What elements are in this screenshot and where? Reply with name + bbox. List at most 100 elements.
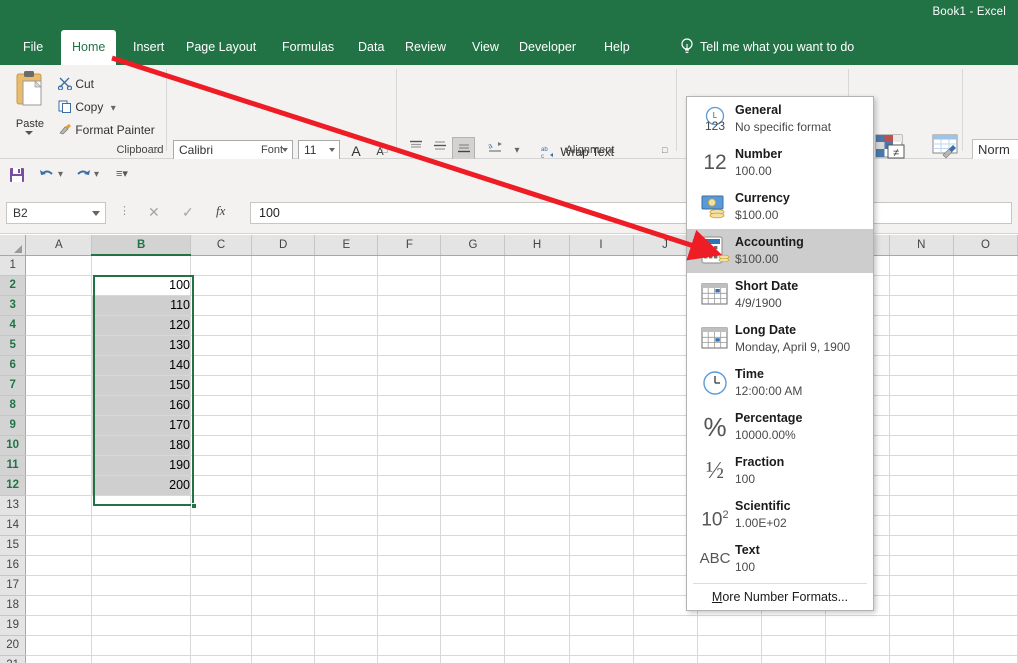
cell-C5[interactable] [191, 335, 252, 355]
cell-E12[interactable] [315, 475, 378, 495]
cell-H21[interactable] [505, 655, 569, 663]
cell-K21[interactable] [697, 655, 761, 663]
cell-A4[interactable] [26, 315, 92, 335]
cell-B4[interactable]: 120 [92, 315, 191, 335]
cell-H13[interactable] [505, 495, 569, 515]
cell-B10[interactable]: 180 [92, 435, 191, 455]
cell-D3[interactable] [252, 295, 315, 315]
cell-C15[interactable] [191, 535, 252, 555]
cell-N3[interactable] [889, 295, 953, 315]
cell-O6[interactable] [953, 355, 1017, 375]
cell-O21[interactable] [953, 655, 1017, 663]
column-header-A[interactable]: A [26, 235, 92, 255]
cell-E9[interactable] [315, 415, 378, 435]
cell-E15[interactable] [315, 535, 378, 555]
cell-A20[interactable] [26, 635, 92, 655]
cell-D11[interactable] [252, 455, 315, 475]
number-format-item-long-date[interactable]: Long DateMonday, April 9, 1900 [687, 317, 873, 361]
cell-B17[interactable] [92, 575, 191, 595]
cell-I11[interactable] [569, 455, 633, 475]
column-header-I[interactable]: I [569, 235, 633, 255]
cell-H19[interactable] [505, 615, 569, 635]
cell-B16[interactable] [92, 555, 191, 575]
cell-G17[interactable] [441, 575, 505, 595]
cell-H18[interactable] [505, 595, 569, 615]
row-header-12[interactable]: 12 [0, 475, 26, 495]
cell-A7[interactable] [26, 375, 92, 395]
cell-E2[interactable] [315, 275, 378, 295]
cell-G4[interactable] [441, 315, 505, 335]
cell-A8[interactable] [26, 395, 92, 415]
number-format-item-text[interactable]: ABCText100 [687, 537, 873, 581]
cell-A12[interactable] [26, 475, 92, 495]
number-format-item-scientific[interactable]: 102Scientific1.00E+02 [687, 493, 873, 537]
cell-N15[interactable] [889, 535, 953, 555]
cell-C14[interactable] [191, 515, 252, 535]
column-header-C[interactable]: C [191, 235, 252, 255]
cell-O4[interactable] [953, 315, 1017, 335]
cell-F8[interactable] [378, 395, 441, 415]
cell-H17[interactable] [505, 575, 569, 595]
cell-O1[interactable] [953, 255, 1017, 275]
cell-C16[interactable] [191, 555, 252, 575]
clipboard-dialog-launcher[interactable]: □ [152, 145, 162, 155]
cell-A16[interactable] [26, 555, 92, 575]
cell-N11[interactable] [889, 455, 953, 475]
cell-K19[interactable] [697, 615, 761, 635]
cell-D20[interactable] [252, 635, 315, 655]
cell-G3[interactable] [441, 295, 505, 315]
cell-G21[interactable] [441, 655, 505, 663]
cell-G9[interactable] [441, 415, 505, 435]
cell-O19[interactable] [953, 615, 1017, 635]
cell-D17[interactable] [252, 575, 315, 595]
more-number-formats-item[interactable]: More Number Formats... [687, 584, 873, 610]
cell-O17[interactable] [953, 575, 1017, 595]
cell-A17[interactable] [26, 575, 92, 595]
cell-N7[interactable] [889, 375, 953, 395]
cell-G14[interactable] [441, 515, 505, 535]
cell-B11[interactable]: 190 [92, 455, 191, 475]
number-format-item-time[interactable]: Time12:00:00 AM [687, 361, 873, 405]
ribbon-tab-help[interactable]: Help [593, 30, 641, 65]
cell-D18[interactable] [252, 595, 315, 615]
cell-B12[interactable]: 200 [92, 475, 191, 495]
cell-B21[interactable] [92, 655, 191, 663]
cell-H14[interactable] [505, 515, 569, 535]
cell-B3[interactable]: 110 [92, 295, 191, 315]
cell-H4[interactable] [505, 315, 569, 335]
cell-L19[interactable] [761, 615, 825, 635]
cell-N16[interactable] [889, 555, 953, 575]
copy-button[interactable]: Copy ▾ [58, 99, 116, 117]
number-format-dropdown-menu[interactable]: L123GeneralNo specific format12Number100… [686, 96, 874, 611]
cell-O16[interactable] [953, 555, 1017, 575]
cell-O8[interactable] [953, 395, 1017, 415]
cell-B1[interactable] [92, 255, 191, 275]
cell-C11[interactable] [191, 455, 252, 475]
cell-E5[interactable] [315, 335, 378, 355]
cell-I10[interactable] [569, 435, 633, 455]
cell-E16[interactable] [315, 555, 378, 575]
cell-O3[interactable] [953, 295, 1017, 315]
cell-I3[interactable] [569, 295, 633, 315]
row-header-10[interactable]: 10 [0, 435, 26, 455]
cell-O12[interactable] [953, 475, 1017, 495]
cell-F1[interactable] [378, 255, 441, 275]
cell-H7[interactable] [505, 375, 569, 395]
cell-G19[interactable] [441, 615, 505, 635]
cell-I1[interactable] [569, 255, 633, 275]
cell-O15[interactable] [953, 535, 1017, 555]
cell-O2[interactable] [953, 275, 1017, 295]
cell-N13[interactable] [889, 495, 953, 515]
cell-D8[interactable] [252, 395, 315, 415]
cell-E20[interactable] [315, 635, 378, 655]
paste-dropdown-arrow[interactable] [25, 131, 33, 135]
number-format-item-accounting[interactable]: Accounting $100.00 [687, 229, 873, 273]
orientation-button[interactable]: a [484, 138, 508, 161]
cell-D4[interactable] [252, 315, 315, 335]
cell-H10[interactable] [505, 435, 569, 455]
ribbon-tab-file[interactable]: File [12, 30, 54, 65]
cell-C10[interactable] [191, 435, 252, 455]
cell-J19[interactable] [633, 615, 697, 635]
cell-F13[interactable] [378, 495, 441, 515]
align-top-button[interactable] [405, 138, 427, 160]
